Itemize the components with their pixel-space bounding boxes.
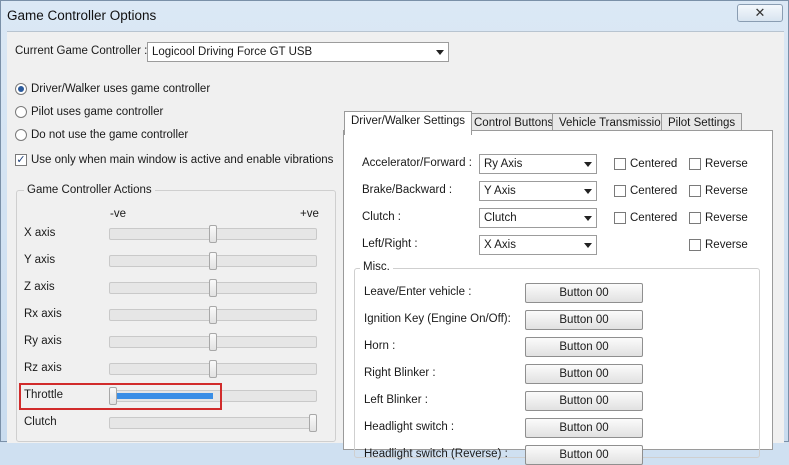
assign-button[interactable]: Button 00 xyxy=(525,445,643,465)
misc-action-label: Leave/Enter vehicle : xyxy=(364,286,472,298)
centered-checkbox[interactable] xyxy=(614,158,626,170)
misc-action-label: Horn : xyxy=(364,340,396,352)
axis-slider-thumb[interactable] xyxy=(209,279,217,297)
setting-axis-value: Y Axis xyxy=(484,185,516,197)
reverse-checkbox[interactable] xyxy=(689,239,701,251)
chevron-down-icon xyxy=(584,216,592,221)
radio-pilot[interactable] xyxy=(15,106,27,118)
centered-label: Centered xyxy=(630,185,678,197)
centered-label: Centered xyxy=(630,212,678,224)
setting-axis-select[interactable]: X Axis xyxy=(479,235,597,255)
assign-button[interactable]: Button 00 xyxy=(525,310,643,330)
radio-driver-walker[interactable] xyxy=(15,83,27,95)
setting-label: Accelerator/Forward : xyxy=(362,157,472,169)
misc-action-label: Ignition Key (Engine On/Off): xyxy=(364,313,511,325)
axis-label: Rz axis xyxy=(24,362,62,374)
reverse-checkbox[interactable] xyxy=(689,185,701,197)
dialog-client: Current Game Controller : Logicool Drivi… xyxy=(7,31,784,465)
axis-label: Z axis xyxy=(24,281,55,293)
chevron-down-icon xyxy=(584,162,592,167)
axis-slider-thumb[interactable] xyxy=(309,414,317,432)
actions-group-label: Game Controller Actions xyxy=(24,184,155,196)
controller-options-window: Game Controller Options ✕ Current Game C… xyxy=(0,0,789,465)
assign-button[interactable]: Button 00 xyxy=(525,418,643,438)
reverse-label: Reverse xyxy=(705,212,748,224)
reverse-checkbox[interactable] xyxy=(689,158,701,170)
reverse-label: Reverse xyxy=(705,239,748,251)
assign-button[interactable]: Button 00 xyxy=(525,391,643,411)
axis-label: Rx axis xyxy=(24,308,62,320)
setting-label: Left/Right : xyxy=(362,238,418,250)
chevron-down-icon xyxy=(584,243,592,248)
radio-no-controller[interactable] xyxy=(15,129,27,141)
axis-label: Clutch xyxy=(24,416,57,428)
axis-slider-thumb[interactable] xyxy=(209,306,217,324)
reverse-label: Reverse xyxy=(705,158,748,170)
misc-action-label: Right Blinker : xyxy=(364,367,436,379)
close-icon: ✕ xyxy=(754,5,766,20)
setting-label: Brake/Backward : xyxy=(362,184,453,196)
axis-slider-thumb[interactable] xyxy=(209,333,217,351)
throttle-highlight-box xyxy=(19,383,222,410)
current-controller-label: Current Game Controller : xyxy=(15,45,148,57)
assign-button[interactable]: Button 00 xyxy=(525,283,643,303)
misc-action-label: Left Blinker : xyxy=(364,394,428,406)
setting-axis-value: Clutch xyxy=(484,212,517,224)
centered-checkbox[interactable] xyxy=(614,212,626,224)
setting-axis-select[interactable]: Clutch xyxy=(479,208,597,228)
vibration-checkbox[interactable]: ✓ xyxy=(15,154,27,166)
assign-button[interactable]: Button 00 xyxy=(525,364,643,384)
window-title: Game Controller Options xyxy=(7,8,157,23)
misc-action-label: Headlight switch (Reverse) : xyxy=(364,448,508,460)
centered-checkbox[interactable] xyxy=(614,185,626,197)
axis-slider-thumb[interactable] xyxy=(209,252,217,270)
controller-select[interactable]: Logicool Driving Force GT USB xyxy=(147,42,449,62)
tab-panel-driver-walker: Accelerator/Forward : Ry Axis Centered Reve… xyxy=(343,130,773,465)
reverse-checkbox[interactable] xyxy=(689,212,701,224)
axis-label: Ry axis xyxy=(24,335,62,347)
setting-axis-select[interactable]: Y Axis xyxy=(479,181,597,201)
setting-label: Clutch : xyxy=(362,211,401,223)
axis-label: Y axis xyxy=(24,254,56,266)
setting-axis-select[interactable]: Ry Axis xyxy=(479,154,597,174)
setting-axis-value: X Axis xyxy=(484,239,516,251)
setting-axis-value: Ry Axis xyxy=(484,158,523,170)
chevron-down-icon xyxy=(584,189,592,194)
misc-group-label: Misc. xyxy=(360,261,393,273)
close-button[interactable]: ✕ xyxy=(737,4,783,22)
radio-pilot-label: Pilot uses game controller xyxy=(31,106,164,118)
controller-select-value: Logicool Driving Force GT USB xyxy=(152,46,313,58)
tab-driver-walker-settings[interactable]: Driver/Walker Settings xyxy=(344,111,472,135)
chevron-down-icon xyxy=(436,50,444,55)
assign-button[interactable]: Button 00 xyxy=(525,337,643,357)
radio-driver-walker-label: Driver/Walker uses game controller xyxy=(31,83,211,95)
axis-slider-thumb[interactable] xyxy=(209,225,217,243)
axis-label: X axis xyxy=(24,227,56,239)
misc-action-label: Headlight switch : xyxy=(364,421,455,433)
axis-slider-track[interactable] xyxy=(109,417,317,429)
reverse-label: Reverse xyxy=(705,185,748,197)
negative-label: -ve xyxy=(110,208,126,220)
vibration-checkbox-label: Use only when main window is active and … xyxy=(31,154,334,166)
positive-label: +ve xyxy=(300,208,319,220)
axis-slider-thumb[interactable] xyxy=(209,360,217,378)
radio-no-controller-label: Do not use the game controller xyxy=(31,129,189,141)
centered-label: Centered xyxy=(630,158,678,170)
